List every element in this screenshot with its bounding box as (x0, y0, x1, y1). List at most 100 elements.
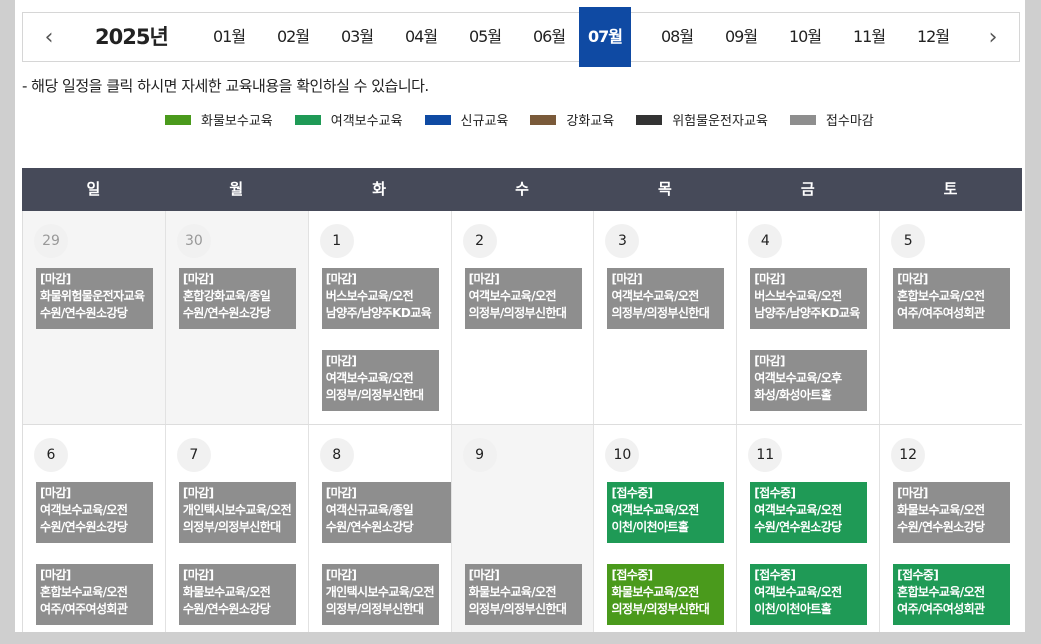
event-status: [마감] (325, 354, 357, 368)
legend: 화물보수교육 여객보수교육 신규교육 강화교육 위험물운전자교육 접수마감 (165, 110, 874, 129)
day-number: 12 (891, 438, 926, 472)
day-number: 8 (319, 438, 354, 472)
month-tab-05[interactable]: 05월 (459, 13, 511, 61)
weekday-sat: 토 (943, 180, 958, 198)
event-title: 화물보수교육/오전 (611, 585, 699, 599)
event-card[interactable]: [마감] 여객보수교육/오전 수원/연수원소강당 (36, 482, 153, 543)
event-card[interactable]: [접수중] 화물보수교육/오전 의정부/의정부신한대 (607, 564, 725, 625)
weekday-mon: 월 (229, 180, 244, 198)
event-card[interactable]: [마감] 개인택시보수교육/오전 의정부/의정부신한대 (178, 482, 296, 543)
day-cell: 8 [마감] 여객신규교육/종일 수원/연수원소강당 [마감] 개인택시보수교육… (307, 425, 582, 632)
event-location: 수원/연수원소강당 (182, 602, 271, 616)
event-card[interactable]: [접수중] 여객보수교육/오전 이천/이천아트홀 (607, 482, 725, 543)
day-cell: 30 [마감] 혼합강화교육/종일 수원/연수원소강당 (164, 211, 308, 424)
month-tab-10[interactable]: 10월 (779, 13, 831, 61)
event-card[interactable]: [마감] 개인택시보수교육/오전 의정부/의정부신한대 (321, 564, 439, 625)
day-cell: 10 [접수중] 여객보수교육/오전 이천/이천아트홀 [접수중] 화물보수교육… (593, 425, 737, 632)
prev-year-icon[interactable]: ‹ (29, 13, 69, 61)
event-card[interactable]: [마감] 화물보수교육/오전 의정부/의정부신한대 (464, 564, 582, 625)
month-tab-01[interactable]: 01월 (203, 13, 255, 61)
legend-item: 접수마감 (789, 110, 874, 129)
legend-swatch (165, 114, 191, 125)
day-number: 6 (34, 438, 68, 472)
event-title: 여객보수교육/오전 (611, 503, 699, 517)
month-tab-04[interactable]: 04월 (395, 13, 447, 61)
event-status: [접수중] (754, 486, 796, 500)
event-card[interactable]: [마감] 버스보수교육/오전 남양주/남양주KD교육 (750, 268, 868, 329)
event-status: [접수중] (611, 568, 653, 582)
event-card[interactable]: [마감] 혼합보수교육/오전 여주/여주여성회관 (893, 268, 1011, 329)
event-location: 수원/연수원소강당 (40, 306, 128, 320)
event-card[interactable]: [마감] 여객보수교육/오전 의정부/의정부신한대 (607, 268, 725, 329)
event-location: 수원/연수원소강당 (754, 520, 842, 534)
month-tab-07-active[interactable]: 07월 (579, 7, 631, 67)
month-tab-03[interactable]: 03월 (331, 13, 383, 61)
month-tab-06[interactable]: 06월 (523, 13, 575, 61)
day-cell: 11 [접수중] 여객보수교육/오전 수원/연수원소강당 [접수중] 여객보수교… (736, 425, 880, 632)
day-number: 5 (891, 224, 926, 258)
event-card[interactable]: [마감] 버스보수교육/오전 남양주/남양주KD교육 (321, 268, 439, 329)
event-status: [마감] (182, 486, 214, 500)
event-card[interactable]: [마감] 혼합강화교육/종일 수원/연수원소강당 (178, 268, 296, 329)
legend-swatch (294, 114, 321, 125)
event-status: [마감] (40, 568, 71, 582)
event-title: 여객보수교육/오후 (754, 371, 842, 385)
event-location: 화성/화성아트홀 (754, 388, 832, 402)
day-number: 1 (319, 224, 354, 258)
event-status: [마감] (40, 272, 71, 286)
legend-swatch (424, 114, 451, 125)
event-card[interactable]: [마감] 여객보수교육/오전 의정부/의정부신한대 (321, 350, 439, 411)
month-tab-09[interactable]: 09월 (715, 13, 767, 61)
event-card[interactable]: [마감] 혼합보수교육/오전 여주/여주여성회관 (36, 564, 153, 625)
event-status: [마감] (754, 272, 785, 286)
event-title: 여객보수교육/오전 (754, 585, 842, 599)
month-tab-11[interactable]: 11월 (843, 13, 895, 61)
month-tab-08[interactable]: 08월 (651, 13, 703, 61)
event-status: [마감] (182, 568, 214, 582)
event-status: [마감] (754, 354, 785, 368)
event-status: [접수중] (611, 486, 653, 500)
day-number: 10 (605, 438, 640, 472)
day-cell: 29 [마감] 화물위험물운전자교육 수원/연수원소강당 (22, 211, 165, 424)
month-tab-02[interactable]: 02월 (267, 13, 319, 61)
event-title: 혼합보수교육/오전 (40, 585, 128, 599)
day-number: 11 (748, 438, 783, 472)
event-location: 의정부/의정부신한대 (468, 306, 567, 320)
event-card[interactable]: [접수중] 여객보수교육/오전 이천/이천아트홀 (750, 564, 868, 625)
event-card[interactable]: [마감] 여객보수교육/오후 화성/화성아트홀 (750, 350, 868, 411)
weekday-header: 일 월 화 수 목 금 토 (22, 168, 1022, 211)
day-cell: 6 [마감] 여객보수교육/오전 수원/연수원소강당 [마감] 혼합보수교육/오… (22, 425, 165, 632)
day-number: 4 (748, 224, 783, 258)
event-status: [마감] (611, 272, 643, 286)
event-card[interactable]: [마감] 여객보수교육/오전 의정부/의정부신한대 (464, 268, 582, 329)
month-tab-12[interactable]: 12월 (907, 13, 959, 61)
event-title: 버스보수교육/오전 (754, 289, 842, 303)
event-title: 화물위험물운전자교육 (40, 289, 145, 303)
event-status: [마감] (468, 568, 500, 582)
event-location: 의정부/의정부신한대 (182, 520, 281, 534)
legend-swatch (636, 114, 663, 125)
legend-label: 접수마감 (825, 114, 874, 129)
weekday-sun: 일 (86, 180, 101, 198)
day-number: 30 (176, 224, 211, 258)
event-title: 여객보수교육/오전 (754, 503, 842, 517)
event-card[interactable]: [마감] 화물보수교육/오전 수원/연수원소강당 (893, 482, 1011, 543)
event-title: 화물보수교육/오전 (182, 585, 271, 599)
day-cell: 7 [마감] 개인택시보수교육/오전 의정부/의정부신한대 [마감] 화물보수교… (164, 425, 308, 632)
event-title: 혼합보수교육/오전 (897, 289, 985, 303)
legend-label: 강화교육 (566, 114, 615, 129)
event-status: [마감] (325, 568, 357, 582)
event-card[interactable]: [접수중] 혼합보수교육/오전 여주/여주여성회관 (893, 564, 1011, 625)
event-card[interactable]: [마감] 화물보수교육/오전 수원/연수원소강당 (178, 564, 296, 625)
event-status: [마감] (40, 486, 71, 500)
next-year-icon[interactable]: › (973, 13, 1013, 61)
event-card[interactable]: [접수중] 여객보수교육/오전 수원/연수원소강당 (750, 482, 868, 543)
calendar-week: 6 [마감] 여객보수교육/오전 수원/연수원소강당 [마감] 혼합보수교육/오… (22, 425, 1023, 632)
day-cell: 12 [마감] 화물보수교육/오전 수원/연수원소강당 [접수중] 혼합보수교육… (879, 425, 1023, 632)
weekday-fri: 금 (800, 180, 815, 198)
legend-item: 여객보수교육 (294, 110, 403, 129)
event-location: 여주/여주여성회관 (897, 306, 985, 320)
event-status: [마감] (897, 486, 928, 500)
legend-label: 위험물운전자교육 (672, 114, 768, 129)
event-card[interactable]: [마감] 화물위험물운전자교육 수원/연수원소강당 (36, 268, 153, 329)
